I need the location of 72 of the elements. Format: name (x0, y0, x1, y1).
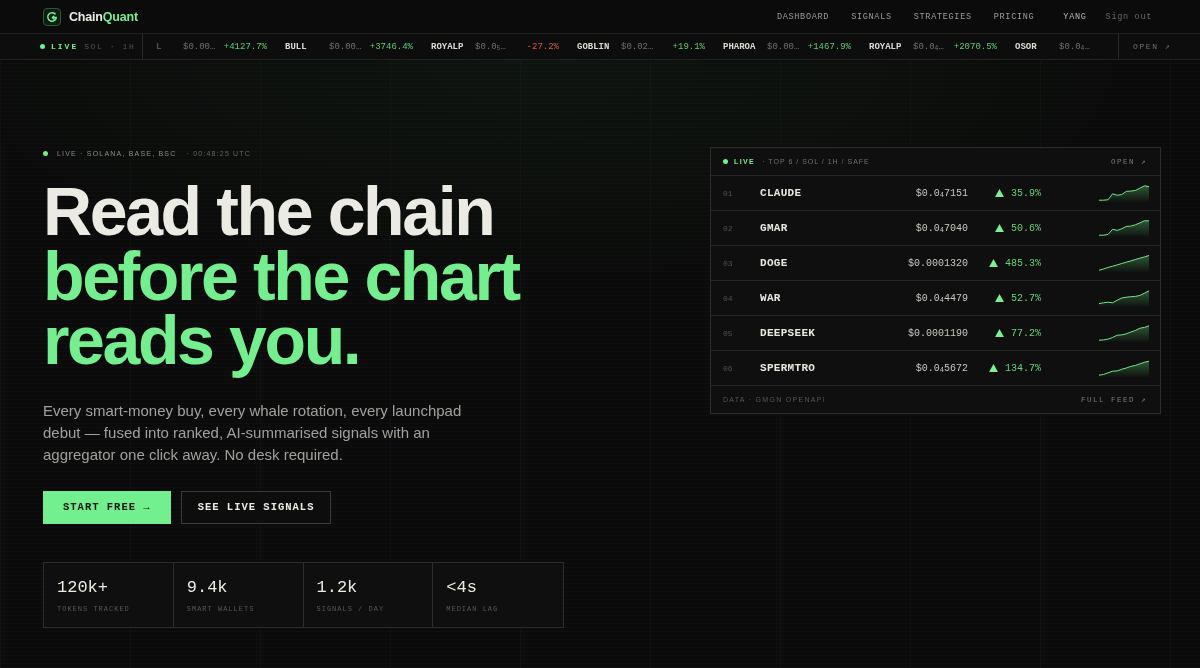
ticker-price: $0.0$_{4}$… (913, 41, 944, 52)
ticker-price: $0.0$_{5}$… (475, 41, 506, 52)
live-label: LIVE (51, 42, 79, 51)
token-price: $0.0001320 (908, 257, 968, 269)
status-dot-icon (40, 44, 45, 49)
ticker-price: $0.0$_{4}$… (1059, 41, 1090, 52)
rank-number: 01 (723, 188, 733, 198)
token-name: GMAR (760, 222, 788, 234)
ticker-change: +19.1% (672, 41, 705, 52)
token-price: $0.0$_{4}$4479 (915, 292, 968, 304)
brand-name[interactable]: ChainQuant (69, 9, 138, 24)
sparkline-chart (1099, 254, 1149, 272)
nav-link[interactable]: SIGNALS (851, 11, 892, 22)
ticker-symbol: BULL (285, 41, 308, 52)
token-price: $0.0$_{4}$7151 (915, 187, 968, 199)
sparkline-chart (1099, 184, 1149, 202)
token-name: SPERMTRO (760, 362, 816, 374)
price-change: 485.3% (1005, 257, 1041, 269)
hero-description: Every smart-money buy, every whale rotation, every launchpad debut — fused into ranked, AI-summarised signals with an aggregator one click away. No desk required. (43, 400, 463, 465)
token-name: DEEPSEEK (760, 327, 816, 339)
ticker-symbol: ROYALP (869, 41, 903, 52)
sign-out-link[interactable]: Sign out (1105, 11, 1152, 22)
token-name: CLAUDE (760, 187, 802, 199)
ticker-price: $0.02… (621, 41, 654, 52)
nav-link[interactable]: DASHBOARD (776, 11, 830, 22)
stat-value: 9.4k (186, 577, 228, 598)
open-ticker-link[interactable]: OPEN ↗ (1133, 42, 1172, 51)
primary-cta-button[interactable]: START FREE → (43, 490, 171, 524)
ticker-symbol: PHAROA (723, 41, 757, 52)
price-change: 134.7% (1005, 362, 1041, 374)
ticker-change: +4127.7% (223, 41, 267, 52)
stat-value: 120k+ (57, 577, 108, 598)
price-change: 52.7% (1011, 292, 1041, 304)
ticker-symbol: ROYALP (431, 41, 465, 52)
price-change: 50.6% (1011, 222, 1041, 234)
status-dot-icon (43, 150, 48, 156)
token-name: DOGE (760, 257, 788, 269)
token-name: WAR (760, 292, 781, 304)
user-name-link[interactable]: YANG (1063, 11, 1087, 22)
hero-headline: Read the chain before the chart reads you. (43, 179, 521, 381)
logo-icon (43, 7, 61, 26)
token-price: $0.0001190 (908, 327, 968, 339)
sparkline-chart (1099, 219, 1149, 237)
price-change: 35.9% (1011, 187, 1041, 199)
ticker-change: +3746.4% (369, 41, 413, 52)
token-price: $0.0$_{4}$7040 (915, 222, 968, 234)
token-price: $0.0$_{4}$5672 (915, 362, 968, 374)
stat-value: 1.2k (316, 577, 358, 598)
sparkline-chart (1099, 324, 1149, 342)
ticker-symbol: OSOR (1015, 41, 1038, 52)
nav-link[interactable]: PRICING (993, 11, 1035, 22)
ticker-price: $0.00… (183, 41, 216, 52)
ticker-scope: SOL · 1H (84, 42, 136, 51)
price-change: 77.2% (1011, 327, 1041, 339)
sparkline-chart (1099, 289, 1149, 307)
status-dot-icon (723, 159, 728, 164)
ticker-change: +1467.9% (807, 41, 851, 52)
rank-number: 02 (723, 223, 733, 233)
nav-link[interactable]: STRATEGIES (913, 11, 972, 22)
rank-number: 04 (723, 293, 733, 303)
rank-number: 06 (723, 363, 733, 373)
sparkline-chart (1099, 359, 1149, 377)
ticker-price: $0.00… (329, 41, 362, 52)
rank-number: 03 (723, 258, 733, 268)
ticker-symbol: GOBLIN (577, 41, 611, 52)
ticker-price: $0.00… (767, 41, 800, 52)
stat-value: <4s (446, 577, 477, 598)
ticker-change: -27.2% (526, 41, 559, 52)
ticker-change: +2070.5% (953, 41, 997, 52)
rank-number: 05 (723, 328, 733, 338)
ticker-symbol: L (156, 41, 163, 52)
secondary-cta-button[interactable]: SEE LIVE SIGNALS (180, 490, 332, 524)
